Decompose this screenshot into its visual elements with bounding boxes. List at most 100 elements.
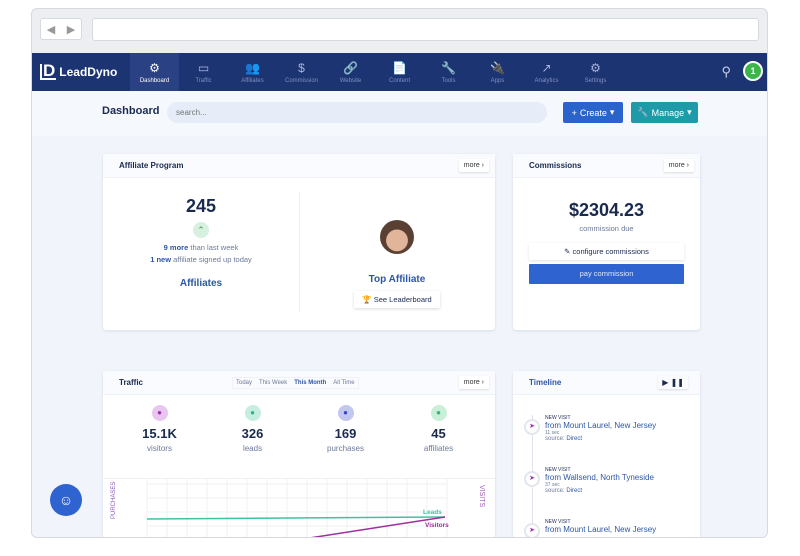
range-tab[interactable]: All Time — [333, 380, 354, 386]
affiliates-link[interactable]: Affiliates — [103, 278, 299, 289]
subheader: Dashboard +Create▾ 🔧Manage▾ — [32, 91, 767, 136]
range-tab[interactable]: Today — [236, 380, 252, 386]
brand-logo[interactable]: D LeadDyno — [32, 62, 130, 80]
affiliates-icon: 👥 — [245, 60, 260, 75]
brand-name: LeadDyno — [59, 65, 118, 79]
nav-affiliates[interactable]: 👥 Affiliates — [228, 53, 277, 91]
chat-button[interactable]: ☺ — [50, 484, 82, 516]
commissions-card: Commissions more › $2304.23 commission du… — [513, 154, 700, 330]
tools-icon: 🔧 — [441, 60, 456, 75]
stat-affiliates: ● 45 affiliates — [399, 405, 479, 478]
cursor-icon: ➤ — [524, 471, 540, 487]
traffic-card: Traffic Today This Week This Month All Time… — [103, 371, 495, 537]
affiliate-program-card: Affiliate Program more › 245 ⌃ 9 more tha… — [103, 154, 495, 330]
stat-purchases: ● 169 purchases — [306, 405, 386, 478]
nav-label: Tools — [441, 77, 456, 84]
nav-analytics[interactable]: ↗ Analytics — [522, 53, 571, 91]
nav-label: Affiliates — [241, 77, 264, 84]
stat-visitors: ● 15.1K visitors — [120, 405, 200, 478]
analytics-icon: ↗ — [541, 60, 552, 75]
configure-commissions-button[interactable]: ✎ configure commissions — [529, 243, 684, 260]
range-tab[interactable]: This Month — [294, 380, 326, 386]
affiliate-count: 245 — [185, 196, 217, 216]
timeline-card: Timeline ▶ ❚❚ ➤ NEW VISIT from Mount Laure… — [513, 371, 700, 537]
forward-button[interactable]: ▶ — [67, 23, 75, 36]
play-button[interactable]: ▶ — [662, 378, 668, 387]
back-button[interactable]: ◀ — [47, 23, 55, 36]
nav-label: Analytics — [534, 77, 559, 84]
nav-website[interactable]: 🔗 Website — [326, 53, 375, 91]
cursor-icon: ➤ — [524, 419, 540, 435]
history-buttons: ◀ ▶ — [40, 18, 82, 40]
pay-commission-button[interactable]: pay commission — [529, 264, 684, 284]
timeline-event[interactable]: ➤ NEW VISIT from Wallsend, North Tyneside 3… — [513, 467, 700, 519]
create-label: Create — [579, 107, 607, 118]
leads-line — [146, 516, 446, 520]
chat-icon: ☺ — [58, 492, 74, 508]
logo-mark: D — [40, 62, 57, 80]
pause-button[interactable]: ❚❚ — [671, 378, 684, 387]
search-icon[interactable]: ⚲ — [721, 64, 731, 80]
nav-label: Commission — [284, 77, 318, 84]
traffic-chart: PURCHASES VISITS Leads Visitors — [111, 479, 485, 537]
apps-icon: 🔌 — [490, 60, 505, 75]
commission-amount: $2304.23 — [568, 200, 645, 220]
search-input[interactable] — [167, 102, 547, 123]
leads-icon: ● — [244, 405, 261, 421]
settings-icon: ⚙ — [590, 60, 601, 75]
manage-label: Manage — [651, 107, 685, 118]
card-title: Commissions — [529, 161, 582, 170]
website-icon: 🔗 — [343, 60, 358, 75]
timeline-event[interactable]: ➤ NEW VISIT from Mount Laurel, New Jersey — [513, 519, 700, 537]
manage-button[interactable]: 🔧 Manage ▾ — [631, 102, 698, 123]
app: D LeadDyno ⚙ Dashboard ▭ Traffic 👥 Affiliates $… — [32, 53, 767, 537]
cursor-icon: ➤ — [524, 523, 540, 537]
visitors-line — [311, 516, 446, 537]
nav-label: Traffic — [195, 77, 212, 84]
stat-leads: ● 326 leads — [213, 405, 293, 478]
double-chevron-up-icon: ⌃ — [193, 222, 209, 238]
top-nav: D LeadDyno ⚙ Dashboard ▭ Traffic 👥 Affiliates $… — [32, 53, 767, 91]
card-title: Timeline — [529, 378, 562, 387]
visitors-label: Visitors — [425, 522, 449, 529]
left-axis-label: PURCHASES — [111, 482, 117, 519]
commission-icon: $ — [298, 60, 305, 75]
nav-label: Dashboard — [139, 77, 170, 84]
dashboard-icon: ⚙ — [149, 60, 160, 75]
page-title: Dashboard — [102, 105, 160, 117]
nav-dashboard[interactable]: ⚙ Dashboard — [130, 53, 179, 91]
top-affiliate-label: Top Affiliate — [368, 274, 426, 285]
leads-label: Leads — [423, 509, 442, 516]
nav-traffic[interactable]: ▭ Traffic — [179, 53, 228, 91]
create-button[interactable]: + Create ▾ — [563, 102, 623, 123]
nav-settings[interactable]: ⚙ Settings — [571, 53, 620, 91]
purchases-icon: ● — [337, 405, 354, 421]
leaderboard-button[interactable]: 🏆 See Leaderboard — [354, 291, 439, 308]
nav-tools[interactable]: 🔧 Tools — [424, 53, 473, 91]
card-title: Affiliate Program — [119, 161, 184, 170]
card-title: Traffic — [119, 378, 144, 387]
nav-commission[interactable]: $ Commission — [277, 53, 326, 91]
nav-label: Content — [388, 77, 410, 84]
traffic-icon: ▭ — [197, 60, 210, 75]
top-affiliate-avatar — [380, 220, 414, 254]
browser-window: ◀ ▶ D LeadDyno ⚙ Dashboard ▭ Traffic 👥 Affilia… — [31, 8, 768, 538]
right-axis-label: VISITS — [478, 485, 485, 508]
avatar[interactable]: 1 — [743, 61, 763, 81]
nav-label: Settings — [584, 77, 607, 84]
nav-label: Website — [339, 77, 362, 84]
affiliates-icon: ● — [430, 405, 447, 421]
trophy-icon: 🏆 — [362, 295, 372, 304]
nav-apps[interactable]: 🔌 Apps — [473, 53, 522, 91]
visitors-icon: ● — [151, 405, 168, 421]
timeline-event[interactable]: ➤ NEW VISIT from Mount Laurel, New Jersey 1… — [513, 415, 700, 467]
more-button[interactable]: more › — [663, 159, 694, 172]
commission-due-label: commission due — [579, 224, 634, 233]
range-tab[interactable]: This Week — [259, 380, 287, 386]
content-icon: 📄 — [392, 60, 407, 75]
nav-content[interactable]: 📄 Content — [375, 53, 424, 91]
nav-label: Apps — [490, 77, 505, 84]
more-button[interactable]: more › — [458, 159, 489, 172]
more-button[interactable]: more › — [458, 376, 489, 389]
address-bar[interactable] — [92, 18, 759, 41]
